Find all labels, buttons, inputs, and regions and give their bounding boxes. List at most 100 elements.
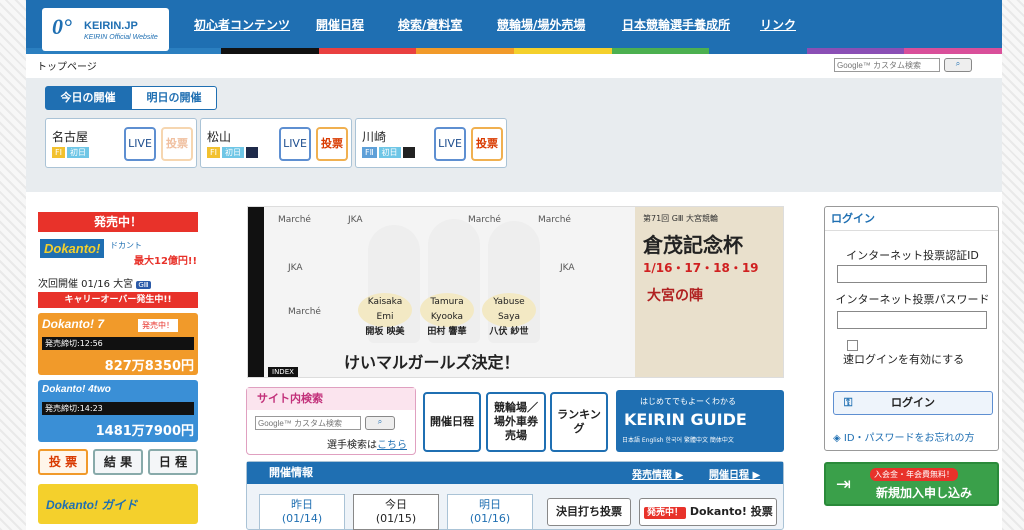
login-button[interactable]: ⚿ ログイン (833, 391, 993, 415)
nav-venues[interactable]: 競輪場/場外売場 (497, 16, 585, 33)
night-moon-icon (245, 147, 258, 158)
grade-badge: FⅡ (362, 147, 377, 158)
login-password-input[interactable] (837, 311, 987, 329)
nav-links[interactable]: リンク (760, 16, 796, 33)
dokanto4-card[interactable]: Dokanto! 4two 発売締切:14:23 1481万7900円 (38, 380, 198, 442)
nav-schedule[interactable]: 開催日程 (316, 16, 364, 33)
dokanto-guide-banner[interactable]: Dokanto! ガイド (38, 484, 198, 524)
member-laurel-2: Tamura Kyooka 田村 響華 (420, 293, 474, 337)
quick-ranking-label: ランキング (557, 408, 601, 435)
grade-badge: FⅠ (207, 147, 220, 158)
tab-tomorrow[interactable]: 明日の開催 (131, 86, 217, 110)
venue-card-nagoya: 名古屋 FⅠ 初日 LIVE 投票 (45, 118, 197, 168)
quick-ranking-button[interactable]: ランキング (550, 392, 608, 452)
info-tab-tomorrow[interactable]: 明日 (01/16) (447, 494, 533, 530)
on-sale-banner: 発売中！ (38, 212, 198, 232)
info-link-schedule[interactable]: 開催日程 ▶ (709, 466, 760, 481)
forgot-label: ID・パスワードをお忘れの方 (843, 433, 975, 444)
enter-icon: ⇥ (836, 474, 852, 495)
day-badge: 初日 (221, 147, 244, 158)
player-search: 選手検索はこちら (327, 436, 407, 451)
day-badge: 初日 (378, 147, 401, 158)
logo-mark: 0° (52, 14, 72, 39)
d4-deadline: 発売締切:14:23 (42, 402, 194, 415)
bet-button[interactable]: 投票 (471, 127, 503, 161)
logo-text: KEIRIN.JP (84, 20, 138, 32)
guide-top: はじめてでもよーくわかる (640, 397, 736, 406)
breadcrumb[interactable]: トップページ (37, 58, 97, 73)
dokanto-vote-label: Dokanto! 投票 (689, 505, 773, 518)
fast-login-checkbox[interactable] (847, 340, 858, 351)
schedule-button[interactable]: 日 程 (148, 449, 198, 475)
register-button[interactable]: ⇥ 入会金・年会費無料！ 新規加入申し込み (824, 462, 999, 506)
member-roman: Kaisaka Emi (367, 297, 403, 322)
google-search-input[interactable] (834, 58, 940, 72)
info-link-sale[interactable]: 発売情報 ▶ (632, 466, 683, 481)
player-search-link[interactable]: こちら (377, 440, 407, 451)
d7-status: 発売中！ (138, 319, 178, 332)
special-icon (402, 147, 415, 158)
hero-slider[interactable]: Marché JKA Marché Marché JKA Marché JKA … (247, 206, 784, 378)
member-laurel-3: Yabuse Saya 八伏 紗世 (482, 293, 536, 337)
kessho-button[interactable]: 決目打ち投票 (547, 498, 631, 526)
bet-button[interactable]: 投票 (316, 127, 348, 161)
dokanto-logo: Dokanto! (40, 239, 105, 258)
on-sale-badge: 発売中！ (644, 507, 687, 519)
site-search-input[interactable] (255, 416, 361, 430)
page-background-left (0, 0, 26, 530)
site-logo[interactable]: 0° KEIRIN.JP KEIRIN Official Website (42, 8, 169, 51)
player-search-label: 選手検索は (327, 440, 377, 451)
tab-date: (01/14) (281, 512, 323, 525)
info-tab-today[interactable]: 今日 (01/15) (353, 494, 439, 530)
forgot-password-link[interactable]: ◈ ID・パスワードをお忘れの方 (833, 429, 975, 444)
quick-schedule-button[interactable]: 開催日程 (423, 392, 481, 452)
side-banner[interactable]: 第71回 GⅢ 大宮競輪 倉茂記念杯 1/16・17・18・19 大宮の陣 (635, 207, 783, 377)
next-grade-badge: GⅢ (136, 281, 151, 289)
quick-venue-button[interactable]: 競輪場／ 場外車券 売場 (486, 392, 546, 452)
login-id-input[interactable] (837, 265, 987, 283)
live-button[interactable]: LIVE (434, 127, 466, 161)
grade-badge: FⅠ (52, 147, 65, 158)
jka-logo: JKA (288, 263, 303, 273)
nav-search[interactable]: 検索/資料室 (398, 16, 462, 33)
slider-edge (248, 207, 264, 377)
vote-button[interactable]: 投 票 (38, 449, 88, 475)
bet-button[interactable]: 投票 (161, 127, 193, 161)
next-event: 次回開催 01/16 大宮 GⅢ (38, 275, 198, 290)
nav-school[interactable]: 日本競輪選手養成所 (622, 16, 730, 33)
member-name: 開坂 映美 (365, 327, 405, 337)
brand-logo: Marché (538, 215, 571, 225)
info-tab-yesterday[interactable]: 昨日 (01/14) (259, 494, 345, 530)
dokanto-logo-area[interactable]: Dokanto! ドカント 最大12億円!! (38, 236, 198, 272)
event-info-panel: 開催情報 発売情報 ▶ 開催日程 ▶ 昨日 (01/14) 今日 (01/15) 明… (246, 461, 784, 530)
guide-langs: 日本語 English 한국어 繁體中文 簡体中文 (622, 437, 734, 444)
member-name: 八伏 紗世 (489, 327, 529, 337)
tab-label: 昨日 (291, 498, 313, 511)
result-button[interactable]: 結 果 (93, 449, 143, 475)
brand-logo: Marché (468, 215, 501, 225)
member-roman: Yabuse Saya (493, 297, 525, 322)
dokanto7-card[interactable]: Dokanto! 7 発売中！ 発売締切:12:56 827万8350円 (38, 313, 198, 375)
member-roman: Tamura Kyooka (430, 297, 464, 322)
venue-name[interactable]: 名古屋 (52, 128, 88, 145)
member-laurel-1: Kaisaka Emi 開坂 映美 (358, 293, 412, 337)
jka-logo: JKA (348, 215, 363, 225)
nav-beginner[interactable]: 初心者コンテンツ (194, 16, 290, 33)
live-button[interactable]: LIVE (279, 127, 311, 161)
slider-index[interactable]: INDEX (268, 367, 298, 377)
keirin-guide-banner[interactable]: はじめてでもよーくわかる KEIRIN GUIDE 日本語 English 한국… (616, 390, 784, 452)
d7-amount: 827万8350円 (104, 359, 194, 374)
venue-name[interactable]: 川崎 (362, 128, 386, 145)
search-button[interactable]: ⌕ (944, 58, 972, 72)
dokanto-vote-button[interactable]: 発売中！ Dokanto! 投票 (639, 498, 777, 526)
site-search-button[interactable]: ⌕ (365, 416, 395, 430)
login-panel: ログイン インターネット投票認証ID インターネット投票パスワード 速ログインを… (824, 206, 999, 451)
venue-card-matsuyama: 松山 FⅠ 初日 LIVE 投票 (200, 118, 352, 168)
live-button[interactable]: LIVE (124, 127, 156, 161)
fast-login-label[interactable]: 速ログインを有効にする (843, 351, 964, 367)
dokanto-max: 最大12億円!! (134, 256, 198, 267)
brand-logo: Marché (278, 215, 311, 225)
venue-name[interactable]: 松山 (207, 128, 231, 145)
member-name: 田村 響華 (427, 327, 467, 337)
tab-today[interactable]: 今日の開催 (45, 86, 131, 110)
